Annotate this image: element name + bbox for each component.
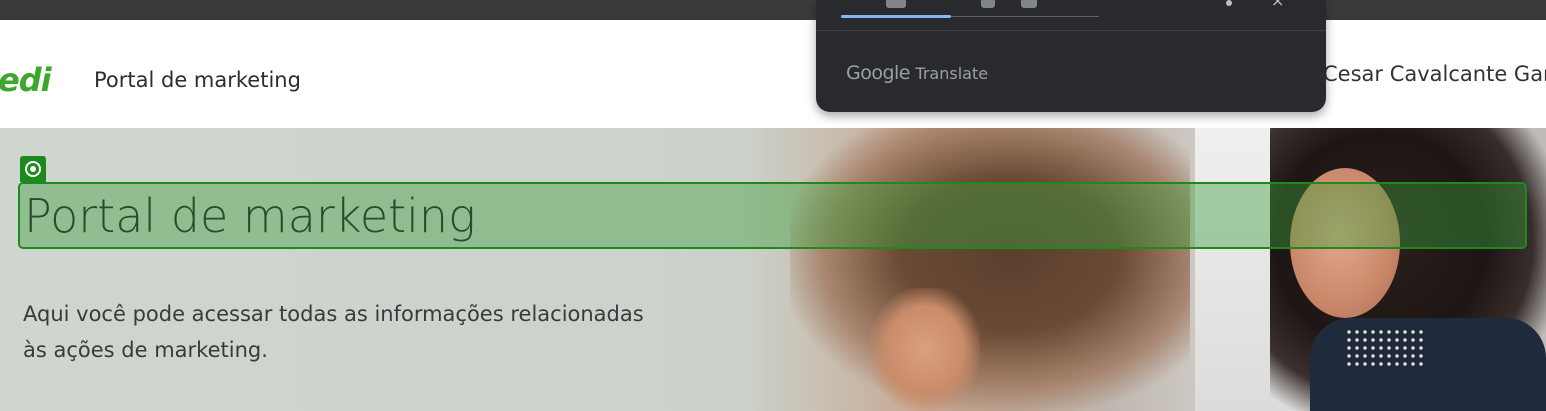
- translate-tab-label-cut[interactable]: [886, 0, 906, 8]
- hero-title: Portal de marketing: [24, 189, 476, 243]
- more-vert-icon[interactable]: [1226, 0, 1232, 6]
- hero-photo-person-back: [790, 128, 1190, 411]
- header-title[interactable]: Portal de marketing: [94, 68, 301, 93]
- translate-divider: [816, 30, 1326, 31]
- google-translate-brand: Google Translate: [846, 62, 988, 84]
- target-icon[interactable]: [20, 156, 46, 182]
- hero-banner: [0, 128, 1546, 411]
- brand-logo[interactable]: edi: [0, 64, 52, 96]
- hero-photo-person-ear: [870, 288, 980, 411]
- user-name[interactable]: Cesar Cavalcante Gar: [1323, 62, 1546, 87]
- translate-tab-label-cut-2[interactable]: [981, 0, 995, 8]
- google-brand-text: Google: [846, 62, 911, 84]
- translate-brand-text: Translate: [915, 64, 989, 83]
- google-translate-popup[interactable]: × Google Translate: [816, 0, 1326, 112]
- hero-description: Aqui você pode acessar todas as informaç…: [23, 302, 644, 362]
- hero-photo-collar: [1345, 328, 1425, 368]
- close-icon[interactable]: ×: [1271, 0, 1291, 9]
- translate-tab-active-indicator: [841, 15, 951, 18]
- translate-tab-label-cut-3[interactable]: [1021, 0, 1037, 8]
